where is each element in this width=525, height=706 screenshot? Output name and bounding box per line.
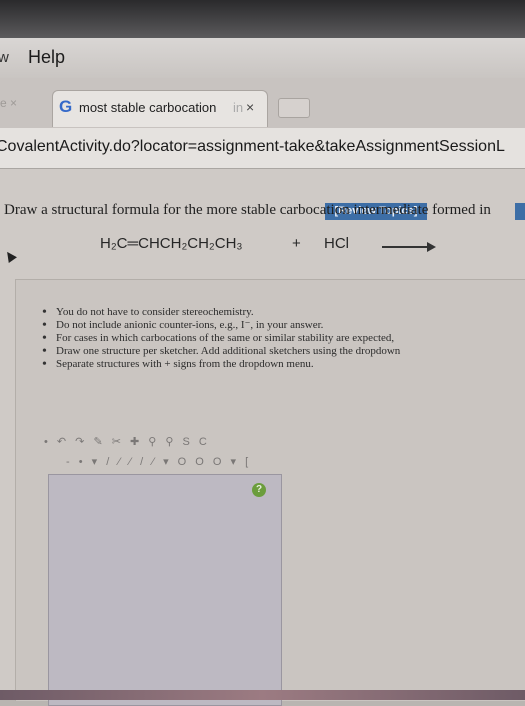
structure-sketcher-canvas[interactable]: ? — [48, 474, 282, 706]
menu-item-help[interactable]: Help — [28, 47, 65, 68]
reagent-formula: HCl — [324, 235, 349, 252]
instruction-item: Do not include anionic counter-ions, e.g… — [42, 319, 525, 332]
mouse-cursor-icon — [3, 249, 17, 263]
tab-previous[interactable]: e × — [0, 96, 17, 110]
menu-bar: w Help — [0, 38, 525, 78]
new-tab-button[interactable] — [278, 98, 310, 118]
sketcher-toolbar-top[interactable]: • ↶ ↷ ✎ ✂ ✚ ⚲ ⚲ S C — [44, 435, 210, 449]
tab-strip: e × G most stable carbocation in × — [0, 78, 525, 128]
reactant-formula: H₂C═CHCH₂CH₂CH₃ — [100, 235, 243, 252]
google-icon: G — [59, 97, 73, 116]
tab-close-icon[interactable]: × — [246, 99, 254, 115]
instruction-item: Draw one structure per sketcher. Add add… — [42, 345, 525, 358]
screen-bottom-edge — [0, 690, 525, 700]
instruction-item: You do not have to consider stereochemis… — [42, 306, 525, 319]
reaction-plus: + — [292, 235, 301, 252]
address-bar[interactable]: CovalentActivity.do?locator=assignment-t… — [0, 128, 525, 169]
instructions-list: You do not have to consider stereochemis… — [42, 306, 525, 371]
menu-item-window[interactable]: w — [0, 49, 9, 66]
reaction-arrow-icon — [382, 242, 436, 252]
sketcher-toolbar-bottom[interactable]: - • ▾ / ⁄ ⁄ / ⁄ ▾ O O O ▾ [ — [66, 455, 251, 469]
help-icon[interactable]: ? — [252, 483, 266, 497]
url-text[interactable]: CovalentActivity.do?locator=assignment-t… — [0, 138, 505, 156]
page-content: [Review Topics] Draw a structural formul… — [0, 169, 525, 706]
instruction-item: For cases in which carbocations of the s… — [42, 332, 525, 345]
review-topics-right-badge[interactable] — [515, 203, 525, 220]
answer-panel: You do not have to consider stereochemis… — [15, 279, 525, 706]
tab-title: most stable carbocation — [79, 100, 217, 115]
screen-bezel — [0, 0, 525, 38]
question-text: Draw a structural formula for the more s… — [4, 202, 491, 218]
tab-active[interactable]: G most stable carbocation in × — [52, 90, 268, 127]
instruction-item: Separate structures with + signs from th… — [42, 358, 525, 371]
tab-title-fade: in — [233, 100, 244, 115]
